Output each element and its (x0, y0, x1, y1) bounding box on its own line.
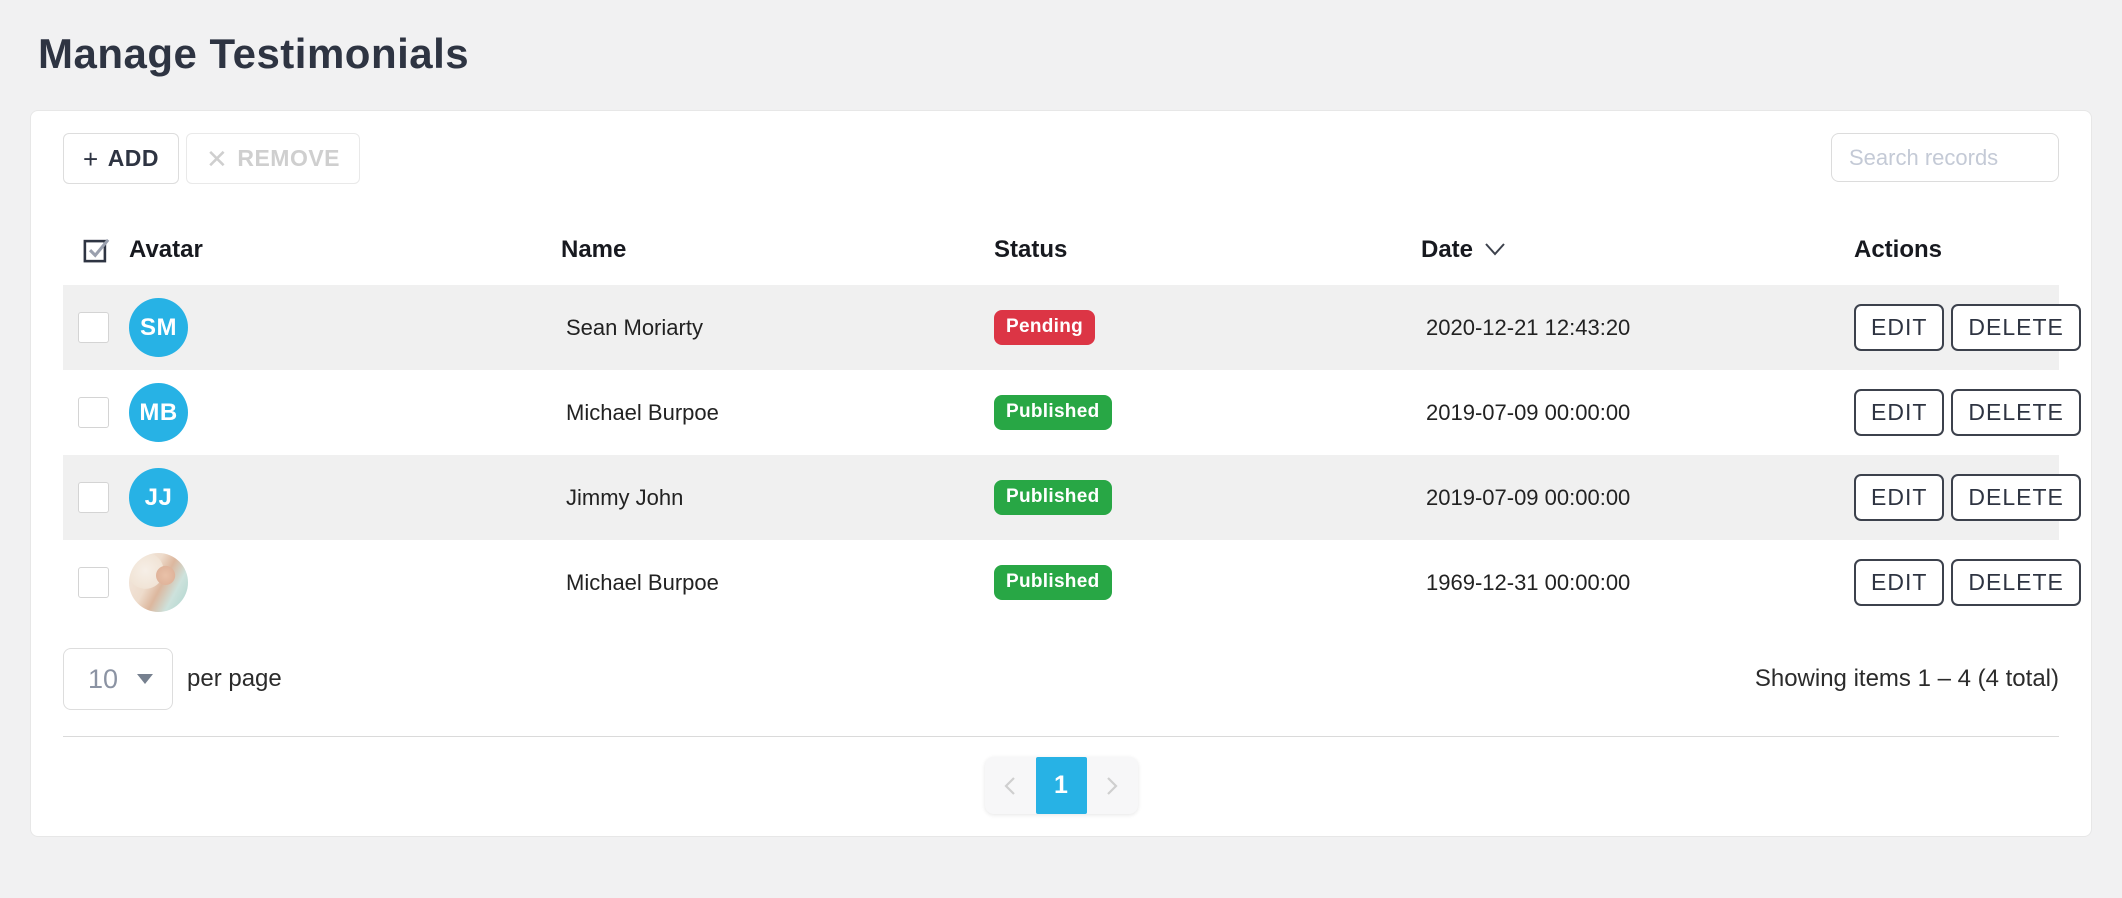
plus-icon: + (83, 146, 99, 172)
pager: 1 (985, 757, 1138, 814)
prev-page-button[interactable] (985, 759, 1036, 812)
row-checkbox[interactable] (78, 482, 109, 513)
avatar: JJ (129, 468, 188, 527)
testimonials-card: + ADD ✕ REMOVE Avatar Name Status (30, 110, 2092, 837)
avatar-photo (129, 553, 188, 612)
row-checkbox[interactable] (78, 312, 109, 343)
sort-chevron-down-icon (1483, 242, 1507, 257)
row-name: Sean Moriarty (561, 315, 994, 341)
toolbar: + ADD ✕ REMOVE (63, 133, 2059, 184)
row-checkbox[interactable] (78, 567, 109, 598)
row-checkbox[interactable] (78, 397, 109, 428)
chevron-left-icon (1001, 774, 1019, 798)
avatar: SM (129, 298, 188, 357)
edit-button[interactable]: EDIT (1854, 389, 1944, 436)
table-body: SM Sean Moriarty Pending 2020-12-21 12:4… (63, 285, 2059, 625)
status-badge: Pending (994, 310, 1095, 345)
table-row: JJ Jimmy John Published 2019-07-09 00:00… (63, 455, 2059, 540)
testimonials-table: Avatar Name Status Date Actions SM Sean … (63, 220, 2059, 625)
table-row: SM Sean Moriarty Pending 2020-12-21 12:4… (63, 285, 2059, 370)
per-page-value: 10 (88, 664, 118, 695)
per-page-row: 10 per page Showing items 1 – 4 (4 total… (63, 648, 2059, 710)
status-badge: Published (994, 565, 1112, 600)
add-button-label: ADD (108, 145, 159, 172)
status-badge: Published (994, 395, 1112, 430)
remove-button[interactable]: ✕ REMOVE (186, 133, 360, 184)
header-date[interactable]: Date (1421, 236, 1854, 264)
select-all-icon[interactable] (81, 234, 112, 265)
search-input[interactable] (1831, 133, 2059, 182)
table-header: Avatar Name Status Date Actions (63, 220, 2059, 285)
items-summary: Showing items 1 – 4 (4 total) (1755, 665, 2059, 693)
delete-button[interactable]: DELETE (1951, 474, 2080, 521)
toolbar-buttons: + ADD ✕ REMOVE (63, 133, 360, 184)
table-row: MB Michael Burpoe Published 2019-07-09 0… (63, 370, 2059, 455)
row-date: 2019-07-09 00:00:00 (1421, 400, 1854, 426)
x-icon: ✕ (206, 146, 228, 172)
header-status: Status (994, 236, 1421, 264)
next-page-button[interactable] (1087, 759, 1138, 812)
add-button[interactable]: + ADD (63, 133, 179, 184)
delete-button[interactable]: DELETE (1951, 559, 2080, 606)
header-avatar: Avatar (129, 236, 561, 264)
row-name: Michael Burpoe (561, 570, 994, 596)
row-date: 2020-12-21 12:43:20 (1421, 315, 1854, 341)
table-row: Michael Burpoe Published 1969-12-31 00:0… (63, 540, 2059, 625)
page-1-button[interactable]: 1 (1036, 757, 1087, 814)
row-date: 1969-12-31 00:00:00 (1421, 570, 1854, 596)
per-page-label: per page (187, 665, 282, 693)
delete-button[interactable]: DELETE (1951, 304, 2080, 351)
status-badge: Published (994, 480, 1112, 515)
remove-button-label: REMOVE (237, 145, 340, 172)
pager-row: 1 (63, 757, 2059, 814)
per-page-select[interactable]: 10 (63, 648, 173, 710)
delete-button[interactable]: DELETE (1951, 389, 2080, 436)
edit-button[interactable]: EDIT (1854, 474, 1944, 521)
caret-down-icon (137, 674, 153, 684)
row-name: Michael Burpoe (561, 400, 994, 426)
row-name: Jimmy John (561, 485, 994, 511)
avatar: MB (129, 383, 188, 442)
divider (63, 736, 2059, 737)
chevron-right-icon (1103, 774, 1121, 798)
header-name: Name (561, 236, 994, 264)
header-actions: Actions (1854, 236, 2059, 264)
row-date: 2019-07-09 00:00:00 (1421, 485, 1854, 511)
page-title: Manage Testimonials (0, 0, 2122, 78)
edit-button[interactable]: EDIT (1854, 559, 1944, 606)
edit-button[interactable]: EDIT (1854, 304, 1944, 351)
